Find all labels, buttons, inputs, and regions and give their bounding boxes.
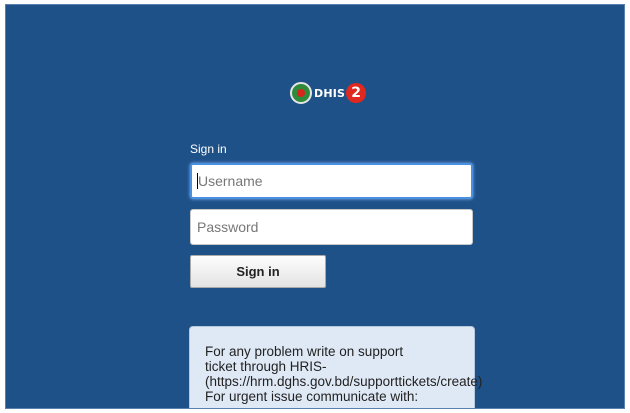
support-notice: For any problem write on support ticket … (189, 326, 483, 408)
notice-url: (https://hrm.dghs.gov.bd/supporttickets/… (205, 374, 483, 389)
logo-version: 2 (346, 83, 367, 103)
notice-line: For urgent issue communicate with: (205, 389, 419, 404)
username-input[interactable] (190, 163, 473, 199)
bangladesh-seal-icon (290, 82, 312, 104)
notice-line: ticket through HRIS- (205, 359, 327, 374)
login-page: DHIS 2 Sign in Sign in For any problem w… (5, 4, 625, 409)
password-input[interactable] (190, 209, 473, 245)
logo-text: DHIS (314, 86, 346, 100)
text-caret (197, 173, 198, 189)
dhis2-logo: DHIS 2 (290, 80, 367, 106)
sign-in-heading: Sign in (190, 142, 227, 156)
notice-line: For any problem write on support (205, 344, 404, 359)
sign-in-button[interactable]: Sign in (190, 255, 326, 288)
